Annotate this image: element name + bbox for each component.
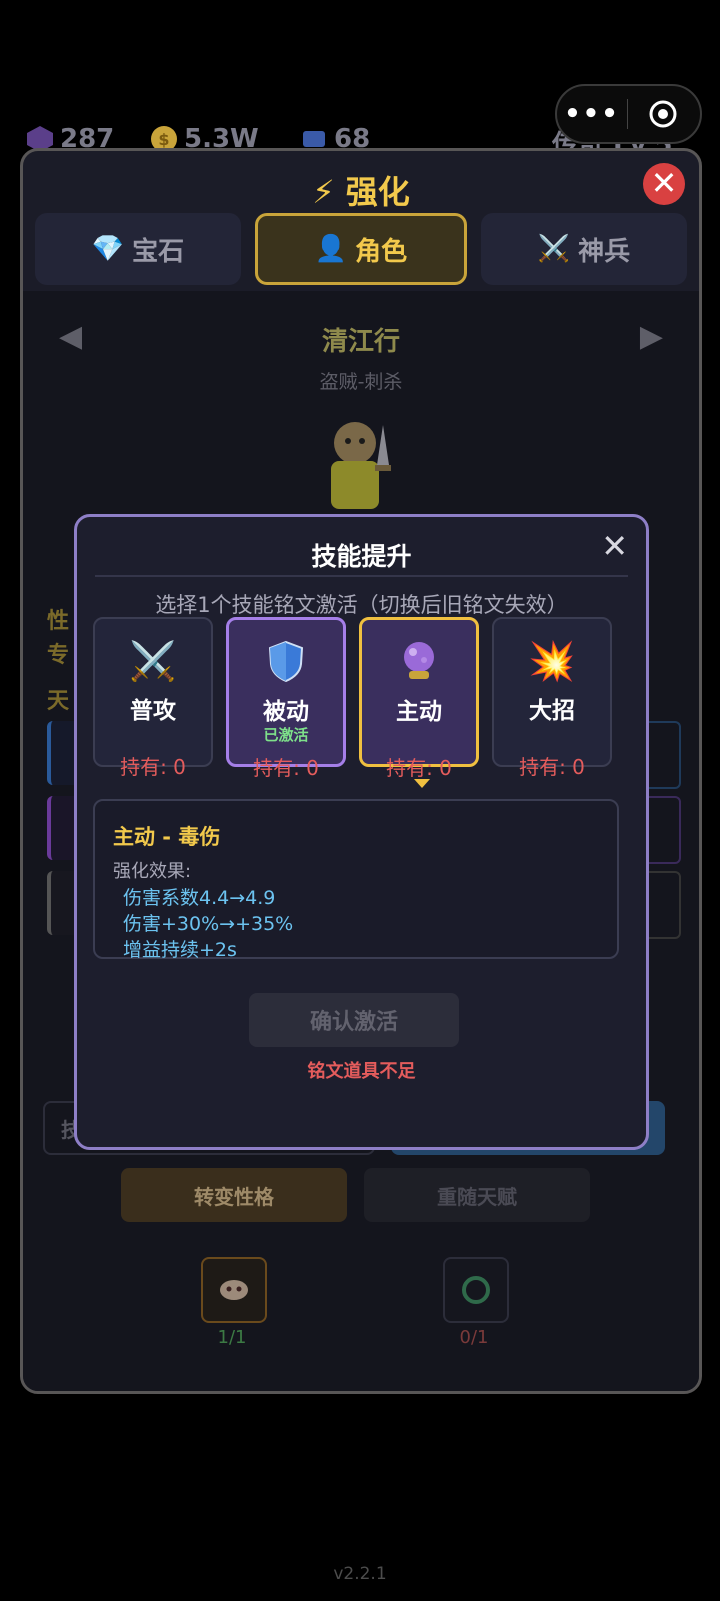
tab-divine-weapon[interactable]: ⚔️ 神兵	[481, 213, 687, 285]
bg-personality-label: 性	[47, 609, 70, 634]
panel-close-button[interactable]: ✕	[643, 163, 685, 205]
skill-detail-line: 伤害系数4.4→4.9	[123, 887, 276, 909]
person-icon: 👤	[314, 234, 348, 264]
character-name: 清江行	[321, 327, 400, 357]
bg-talent-label: 天	[47, 689, 70, 714]
pet-icon	[220, 1280, 248, 1300]
activated-badge: 已激活	[263, 726, 309, 744]
character-sprite	[331, 422, 391, 509]
tab-gems[interactable]: 💎 宝石	[35, 213, 241, 285]
selection-pointer	[414, 779, 430, 788]
tab-bar: 💎 宝石 👤 角色 ⚔️ 神兵	[35, 213, 687, 285]
confirm-activate-button[interactable]: 确认激活	[249, 993, 459, 1047]
skill-upgrade-modal: 技能提升 ✕ 选择1个技能铭文激活（切换后旧铭文失效） ⚔️ 普攻 持有: 0 …	[74, 514, 649, 1150]
bg-specialty-label: 专	[47, 643, 70, 668]
crystal-ball-icon	[362, 640, 476, 691]
skill-detail-label: 强化效果:	[113, 861, 192, 882]
modal-title: 技能提升	[311, 542, 412, 571]
modal-divider	[95, 575, 628, 577]
miniprogram-capsule: •••	[555, 84, 702, 144]
panel-title: ⚡ 强化	[312, 173, 410, 211]
modal-subtitle: 选择1个技能铭文激活（切换后旧铭文失效）	[155, 593, 568, 617]
tab-character[interactable]: 👤 角色	[255, 213, 467, 285]
skill-detail-line: 伤害+30%→+35%	[123, 913, 294, 935]
modal-close-icon[interactable]: ✕	[601, 527, 628, 565]
character-class: 盗贼-刺杀	[319, 371, 403, 393]
close-miniprogram-icon[interactable]	[628, 99, 698, 129]
version-label: v2.2.1	[333, 1564, 387, 1584]
swords-icon: ⚔️	[537, 234, 571, 264]
reroll-talent-button[interactable]: 重随天赋	[364, 1168, 590, 1222]
skill-card-ultimate[interactable]: 💥 大招 持有: 0	[492, 617, 612, 779]
lightning-icon: ⚡	[312, 173, 335, 211]
skill-detail-box: 主动 - 毒伤 强化效果: 伤害系数4.4→4.9 伤害+30%→+35% 增益…	[93, 799, 619, 961]
item-slot-2[interactable]	[443, 1257, 509, 1323]
insufficient-warning: 铭文道具不足	[307, 1061, 416, 1082]
skill-card-active[interactable]: 主动 持有: 0	[359, 617, 479, 780]
item-slot-1-count: 1/1	[217, 1327, 247, 1348]
skill-detail-line: 增益持续+2s	[123, 939, 237, 961]
explosion-icon: 💥	[528, 639, 576, 683]
change-personality-button[interactable]: 转变性格	[121, 1168, 347, 1222]
skill-card-passive[interactable]: 被动 已激活 持有: 0	[226, 617, 346, 780]
diamond-icon: 💎	[91, 234, 125, 264]
refresh-icon	[462, 1276, 490, 1304]
shield-icon	[229, 640, 343, 691]
skill-card-list: ⚔️ 普攻 持有: 0 被动 已激活 持有: 0 主动 持有: 0 💥 大招 持…	[93, 617, 630, 780]
item-slot-2-count: 0/1	[459, 1327, 489, 1348]
svg-text:$: $	[158, 130, 169, 149]
item-slot-1[interactable]	[201, 1257, 267, 1323]
skill-detail-title: 主动 - 毒伤	[113, 825, 221, 849]
skill-card-basic-attack[interactable]: ⚔️ 普攻 持有: 0	[93, 617, 213, 779]
swords-icon: ⚔️	[129, 639, 177, 683]
more-icon[interactable]: •••	[557, 99, 627, 129]
